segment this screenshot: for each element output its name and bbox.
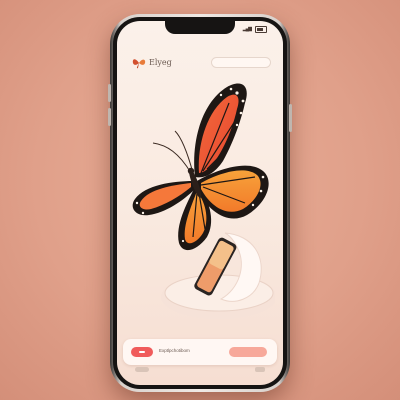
- record-button[interactable]: [131, 347, 153, 357]
- app-screen: ▂▄▆ Elyeg Exptlpchotibom: [117, 21, 283, 385]
- primary-action-button[interactable]: [229, 347, 267, 357]
- phone-bezel: ▂▄▆ Elyeg Exptlpchotibom: [113, 17, 287, 389]
- phone-on-stand-image: [161, 232, 275, 319]
- app-title: Elyeg: [149, 58, 172, 67]
- power-button: [289, 104, 292, 132]
- volume-button: [108, 108, 111, 126]
- home-nav: [131, 363, 269, 375]
- camera-notch: [165, 21, 235, 34]
- phone-mockup: ▂▄▆ Elyeg Exptlpchotibom: [108, 14, 292, 392]
- home-indicator-left[interactable]: [135, 367, 149, 372]
- volume-button: [108, 84, 111, 102]
- battery-icon: [255, 26, 267, 33]
- bottom-action-bar: Exptlpchotibom: [123, 339, 277, 365]
- bottom-bar-title: Exptlpchotibom: [159, 348, 190, 353]
- home-indicator-right[interactable]: [255, 367, 265, 372]
- signal-icon: ▂▄▆: [242, 26, 252, 32]
- app-header: Elyeg: [127, 55, 273, 71]
- butterfly-logo-icon[interactable]: [131, 55, 147, 71]
- search-field[interactable]: [211, 57, 271, 68]
